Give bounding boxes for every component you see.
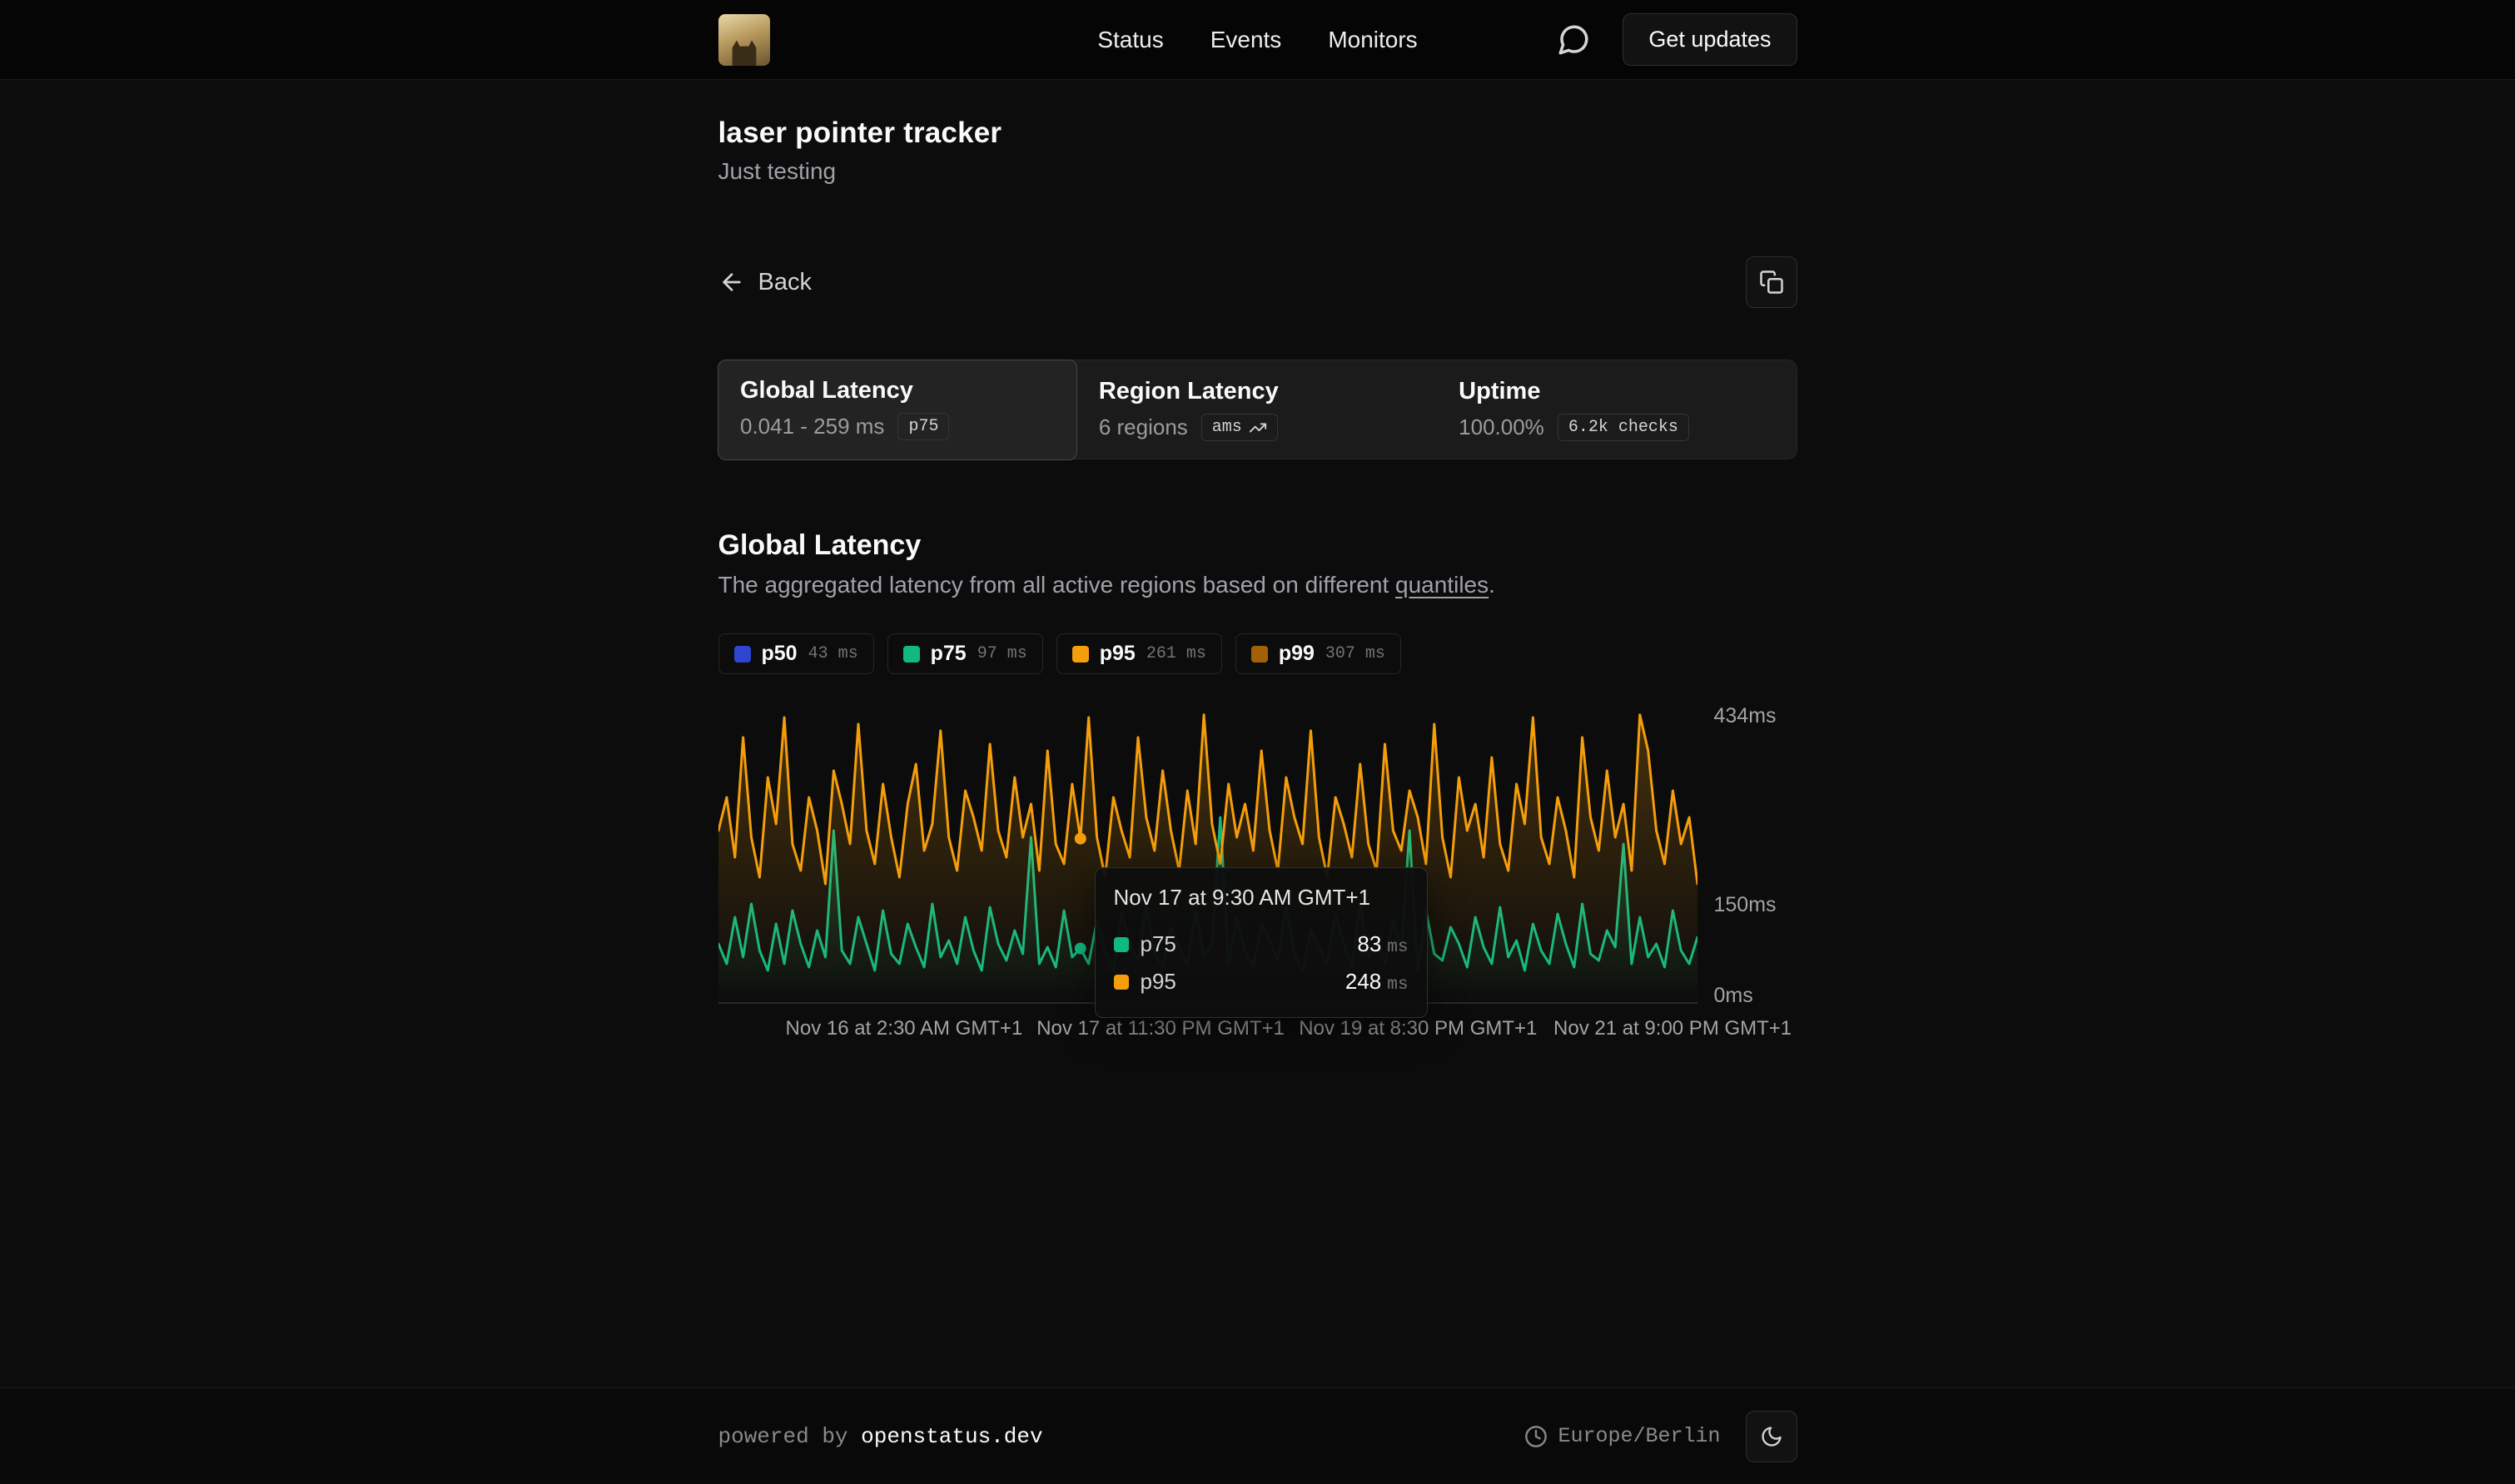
tooltip-row-p95: p95 248 ms: [1114, 963, 1409, 1000]
p95-swatch: [1114, 975, 1129, 990]
latency-chart[interactable]: Nov 16 at 2:30 AM GMT+1 Nov 17 at 11:30 P…: [718, 704, 1697, 1047]
p99-swatch: [1251, 646, 1268, 663]
tab-region-latency[interactable]: Region Latency 6 regions ams: [1076, 360, 1436, 459]
tab-value: 6 regions: [1099, 414, 1188, 440]
main-content: laser pointer tracker Just testing Back …: [0, 80, 2515, 1387]
metric-tabs: Global Latency 0.041 - 259 ms p75 Region…: [718, 360, 1797, 459]
tooltip-row-p75: p75 83 ms: [1114, 926, 1409, 963]
p50-swatch: [734, 646, 751, 663]
tab-uptime[interactable]: Uptime 100.00% 6.2k checks: [1436, 360, 1796, 459]
checks-badge: 6.2k checks: [1558, 414, 1689, 441]
timezone-display: Europe/Berlin: [1524, 1424, 1720, 1448]
back-label: Back: [758, 269, 812, 296]
p75-swatch: [1114, 937, 1129, 952]
top-navigation: Status Events Monitors Get updates: [0, 0, 2515, 80]
tab-title: Global Latency: [740, 377, 1055, 405]
y-tick-label: 434ms: [1714, 704, 1777, 728]
x-tick-label: Nov 21 at 9:00 PM GMT+1: [1553, 1017, 1792, 1040]
site-logo[interactable]: [718, 14, 770, 66]
tab-value: 100.00%: [1459, 414, 1544, 440]
quantile-badge: p75: [897, 413, 949, 440]
nav-link-status[interactable]: Status: [1097, 27, 1163, 53]
page-subtitle: Just testing: [718, 158, 1797, 185]
page-title: laser pointer tracker: [718, 117, 1797, 150]
get-updates-button[interactable]: Get updates: [1623, 13, 1797, 66]
nav-link-monitors[interactable]: Monitors: [1328, 27, 1417, 53]
y-axis-labels: 434ms150ms0ms: [1714, 704, 1806, 1004]
trending-up-icon: [1249, 419, 1267, 437]
message-bubble-icon: [1556, 22, 1591, 57]
x-tick-label: Nov 19 at 8:30 PM GMT+1: [1299, 1017, 1537, 1040]
nav-link-events[interactable]: Events: [1210, 27, 1282, 53]
tooltip-timestamp: Nov 17 at 9:30 AM GMT+1: [1114, 885, 1409, 911]
quantiles-link[interactable]: quantiles: [1395, 572, 1489, 598]
y-tick-label: 150ms: [1714, 893, 1777, 917]
openstatus-link[interactable]: openstatus.dev: [861, 1424, 1042, 1449]
region-badge: ams: [1201, 414, 1278, 441]
powered-by: powered by openstatus.dev: [718, 1424, 1043, 1449]
back-button[interactable]: Back: [718, 269, 812, 296]
arrow-left-icon: [718, 269, 745, 295]
legend-chip-p75[interactable]: p75 97 ms: [887, 633, 1043, 674]
x-tick-label: Nov 16 at 2:30 AM GMT+1: [786, 1017, 1023, 1040]
page-footer: powered by openstatus.dev Europe/Berlin: [0, 1387, 2515, 1484]
section-title: Global Latency: [718, 529, 1797, 562]
copy-link-button[interactable]: [1746, 256, 1797, 308]
nav-links: Status Events Monitors: [1097, 27, 1417, 53]
chart-legend: p50 43 ms p75 97 ms p95 261 ms p99 307 m…: [718, 633, 1797, 674]
clock-icon: [1524, 1425, 1548, 1448]
x-tick-label: Nov 17 at 11:30 PM GMT+1: [1036, 1017, 1285, 1040]
y-tick-label: 0ms: [1714, 984, 1753, 1008]
tab-global-latency[interactable]: Global Latency 0.041 - 259 ms p75: [718, 360, 1077, 460]
theme-toggle-button[interactable]: [1746, 1411, 1797, 1462]
moon-icon: [1760, 1425, 1783, 1448]
cat-logo-icon: [726, 36, 763, 66]
legend-chip-p50[interactable]: p50 43 ms: [718, 633, 874, 674]
tab-title: Uptime: [1459, 378, 1773, 405]
tab-value: 0.041 - 259 ms: [740, 414, 884, 439]
legend-chip-p95[interactable]: p95 261 ms: [1056, 633, 1222, 674]
copy-icon: [1759, 270, 1784, 295]
x-axis-labels: Nov 16 at 2:30 AM GMT+1 Nov 17 at 11:30 P…: [718, 1017, 1697, 1047]
chart-tooltip: Nov 17 at 9:30 AM GMT+1 p75 83 ms: [1095, 867, 1428, 1018]
legend-chip-p99[interactable]: p99 307 ms: [1235, 633, 1401, 674]
feedback-button[interactable]: [1556, 22, 1591, 57]
p75-swatch: [903, 646, 920, 663]
p95-swatch: [1072, 646, 1089, 663]
tab-title: Region Latency: [1099, 378, 1414, 405]
section-description: The aggregated latency from all active r…: [718, 572, 1797, 598]
